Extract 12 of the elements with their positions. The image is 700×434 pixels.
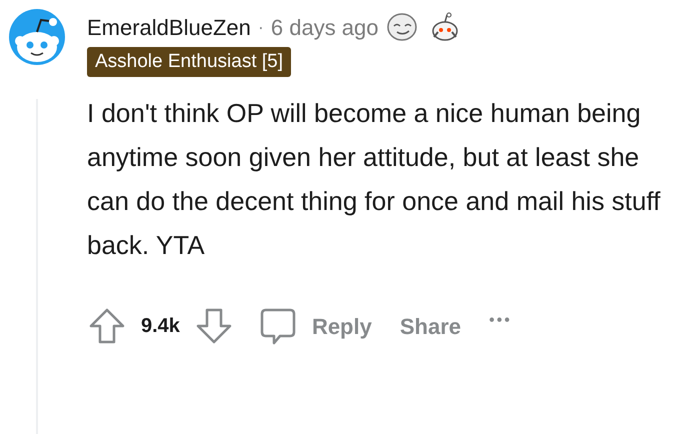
separator: · — [258, 16, 264, 38]
upvote-icon[interactable] — [87, 306, 127, 346]
more-button[interactable]: ••• — [489, 309, 512, 333]
reply-button[interactable]: Reply — [258, 306, 372, 346]
user-flair: Asshole Enthusiast [5] — [87, 47, 291, 77]
timestamp[interactable]: 6 days ago — [270, 10, 379, 44]
author-name[interactable]: EmeraldBlueZen — [87, 10, 251, 44]
avatar-icon — [8, 9, 64, 65]
share-button[interactable]: Share — [400, 310, 462, 342]
award-icon — [386, 12, 418, 42]
vote-score: 9.4k — [141, 314, 180, 339]
comment-body: I don't think OP will become a nice human being anytime soon given her attitude, but at least she can do the decent thing for once and mail his stuff back. YTA — [87, 97, 662, 262]
